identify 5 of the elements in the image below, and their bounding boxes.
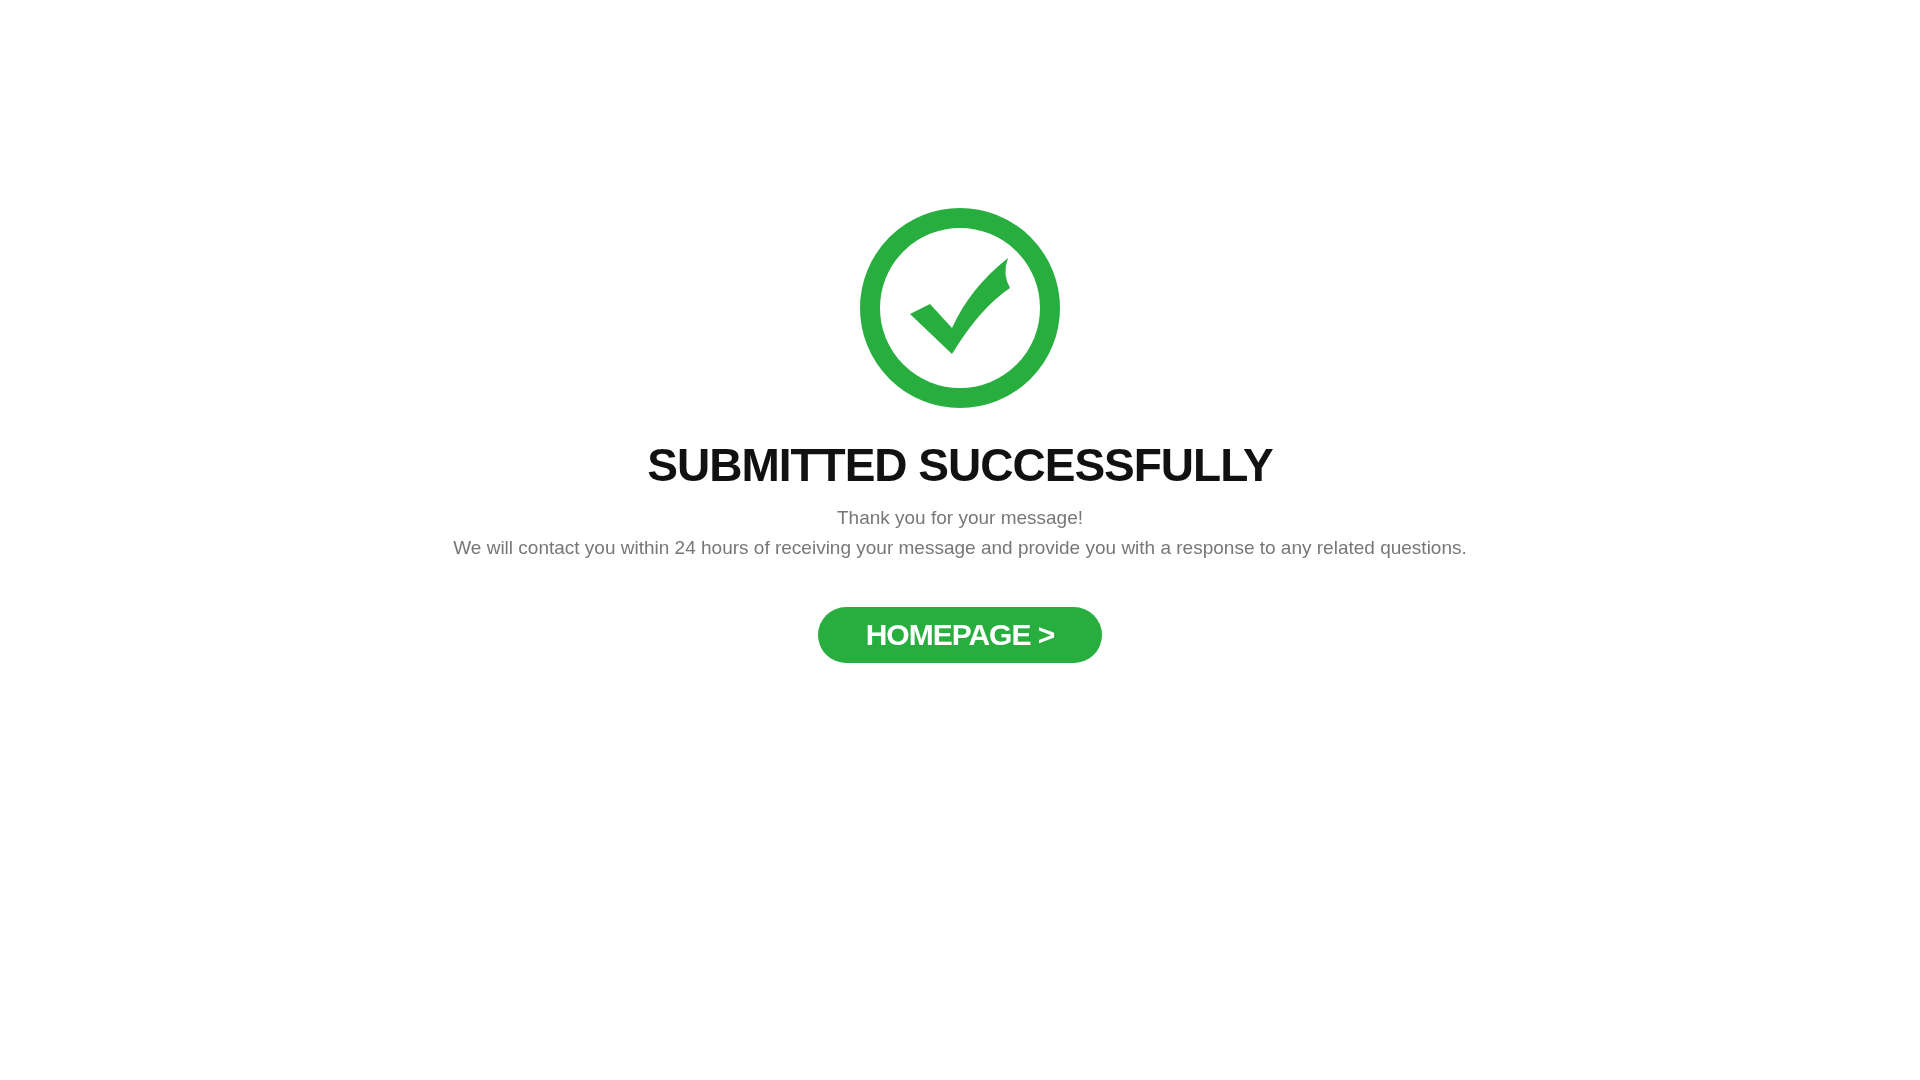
check-circle-icon: [860, 208, 1060, 408]
homepage-button[interactable]: HOMEPAGE >: [818, 607, 1102, 664]
message-text: We will contact you within 24 hours of receiving your message and provide you with a response to any related questions.: [453, 536, 1467, 561]
success-title: SUBMITTED SUCCESSFULLY: [647, 438, 1273, 493]
message-text: Thank you for your message!: [836, 506, 1084, 531]
